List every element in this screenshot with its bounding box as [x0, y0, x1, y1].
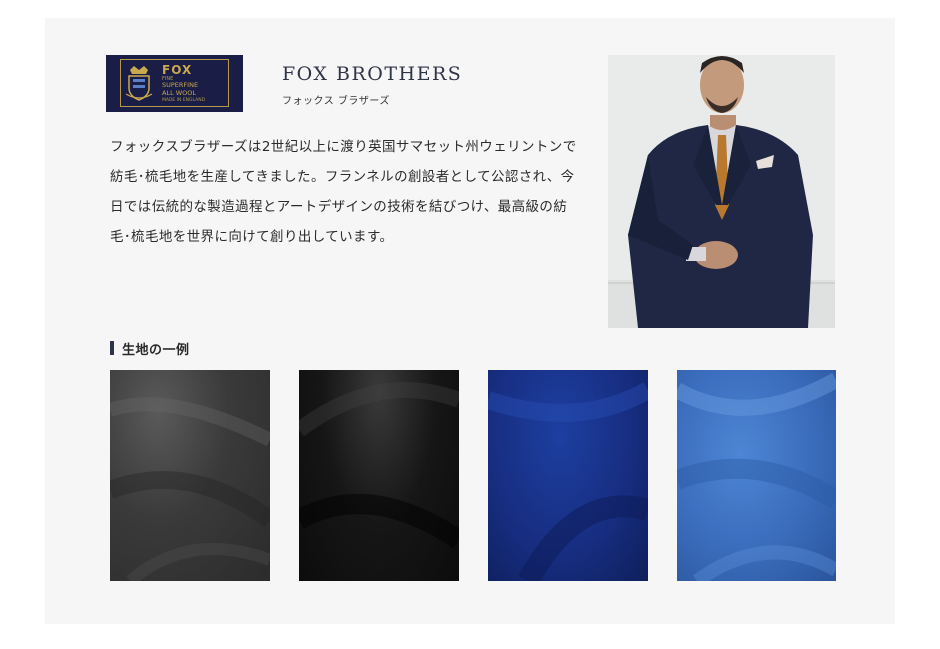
brand-title: FOX BROTHERS: [282, 63, 463, 85]
logo-brand-text: FOX: [162, 63, 193, 77]
swatch-charcoal-flannel: [110, 370, 270, 581]
crest-icon: [125, 66, 153, 101]
model-photo: [608, 55, 835, 328]
logo-made-in-text: MADE IN ENGLAND: [162, 98, 206, 103]
brand-description: フォックスブラザーズは2世紀以上に渡り英国サマセット州ウェリントンで紡毛･梳毛地…: [110, 139, 577, 245]
brand-title-jp: フォックス ブラザーズ: [282, 96, 390, 107]
section-title: 生地の一例: [122, 343, 190, 358]
fox-brothers-logo: FOX FINE SUPERFINE ALL WOOL MADE IN ENGL…: [106, 55, 243, 112]
swatch-blue-flannel: [677, 370, 836, 581]
logo-allwool-text: ALL WOOL: [162, 89, 197, 97]
section-accent-bar: [110, 341, 114, 355]
swatch-black-flannel: [299, 370, 459, 581]
logo-superfine-text: SUPERFINE: [162, 81, 199, 89]
swatch-navy-worsted: [488, 370, 648, 581]
